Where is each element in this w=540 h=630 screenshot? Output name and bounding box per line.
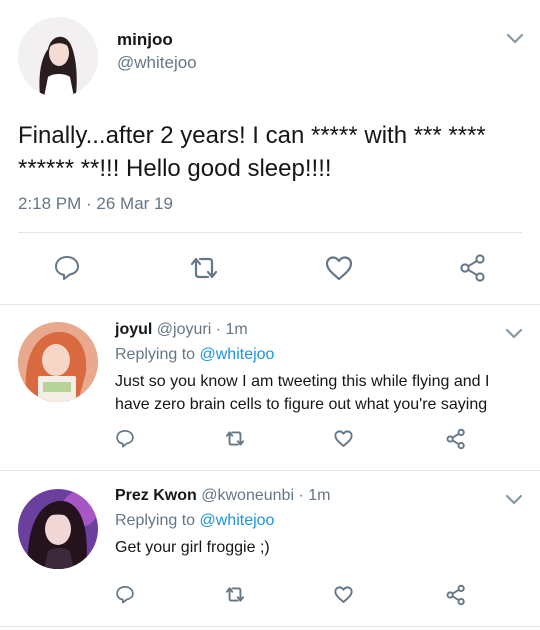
- reply-text: Get your girl froggie ;): [115, 539, 270, 556]
- reply-header: Prez Kwon @kwoneunbi · 1m: [115, 487, 330, 505]
- reply-icon[interactable]: [115, 584, 135, 604]
- retweet-icon[interactable]: [224, 585, 246, 604]
- retweet-icon[interactable]: [188, 254, 220, 282]
- reply-icon[interactable]: [115, 428, 135, 448]
- reply-time[interactable]: · 1m: [216, 321, 248, 338]
- avatar[interactable]: [18, 322, 98, 402]
- main-tweet-text: Finally...after 2 years! I can ***** wit…: [18, 122, 486, 182]
- share-icon[interactable]: [458, 253, 488, 283]
- replying-to: Replying to @whitejoo: [115, 346, 274, 364]
- reply-icon[interactable]: [53, 253, 81, 281]
- main-handle[interactable]: @whitejoo: [117, 53, 197, 73]
- reply-text: Just so you know I am tweeting this whil…: [115, 373, 490, 413]
- reply-time[interactable]: · 1m: [298, 487, 330, 504]
- retweet-icon[interactable]: [224, 429, 246, 448]
- share-icon[interactable]: [445, 428, 467, 450]
- replying-to-label: Replying to: [115, 346, 196, 363]
- replying-to-link[interactable]: @whitejoo: [200, 346, 275, 363]
- reply-divider: [0, 470, 540, 471]
- chevron-down-icon[interactable]: [506, 33, 524, 45]
- avatar[interactable]: [18, 489, 98, 569]
- main-timestamp[interactable]: 2:18 PM · 26 Mar 19: [18, 194, 173, 214]
- reply-handle[interactable]: @kwoneunbi: [201, 487, 294, 504]
- reply-handle[interactable]: @joyuri: [157, 321, 211, 338]
- reply-header: joyul @joyuri · 1m: [115, 321, 248, 339]
- like-icon[interactable]: [333, 585, 354, 604]
- reply-divider: [0, 626, 540, 627]
- reply-display-name[interactable]: joyul: [115, 321, 152, 338]
- avatar[interactable]: [18, 17, 98, 97]
- main-display-name[interactable]: minjoo: [117, 30, 173, 50]
- like-icon[interactable]: [324, 254, 354, 282]
- like-icon[interactable]: [333, 429, 354, 448]
- chevron-down-icon[interactable]: [505, 328, 523, 340]
- share-icon[interactable]: [445, 584, 467, 606]
- timestamp-divider: [18, 232, 522, 233]
- replying-to-label: Replying to: [115, 512, 196, 529]
- replying-to-link[interactable]: @whitejoo: [200, 512, 275, 529]
- main-tweet-divider: [0, 304, 540, 305]
- reply-display-name[interactable]: Prez Kwon: [115, 487, 197, 504]
- chevron-down-icon[interactable]: [505, 494, 523, 506]
- replying-to: Replying to @whitejoo: [115, 512, 274, 530]
